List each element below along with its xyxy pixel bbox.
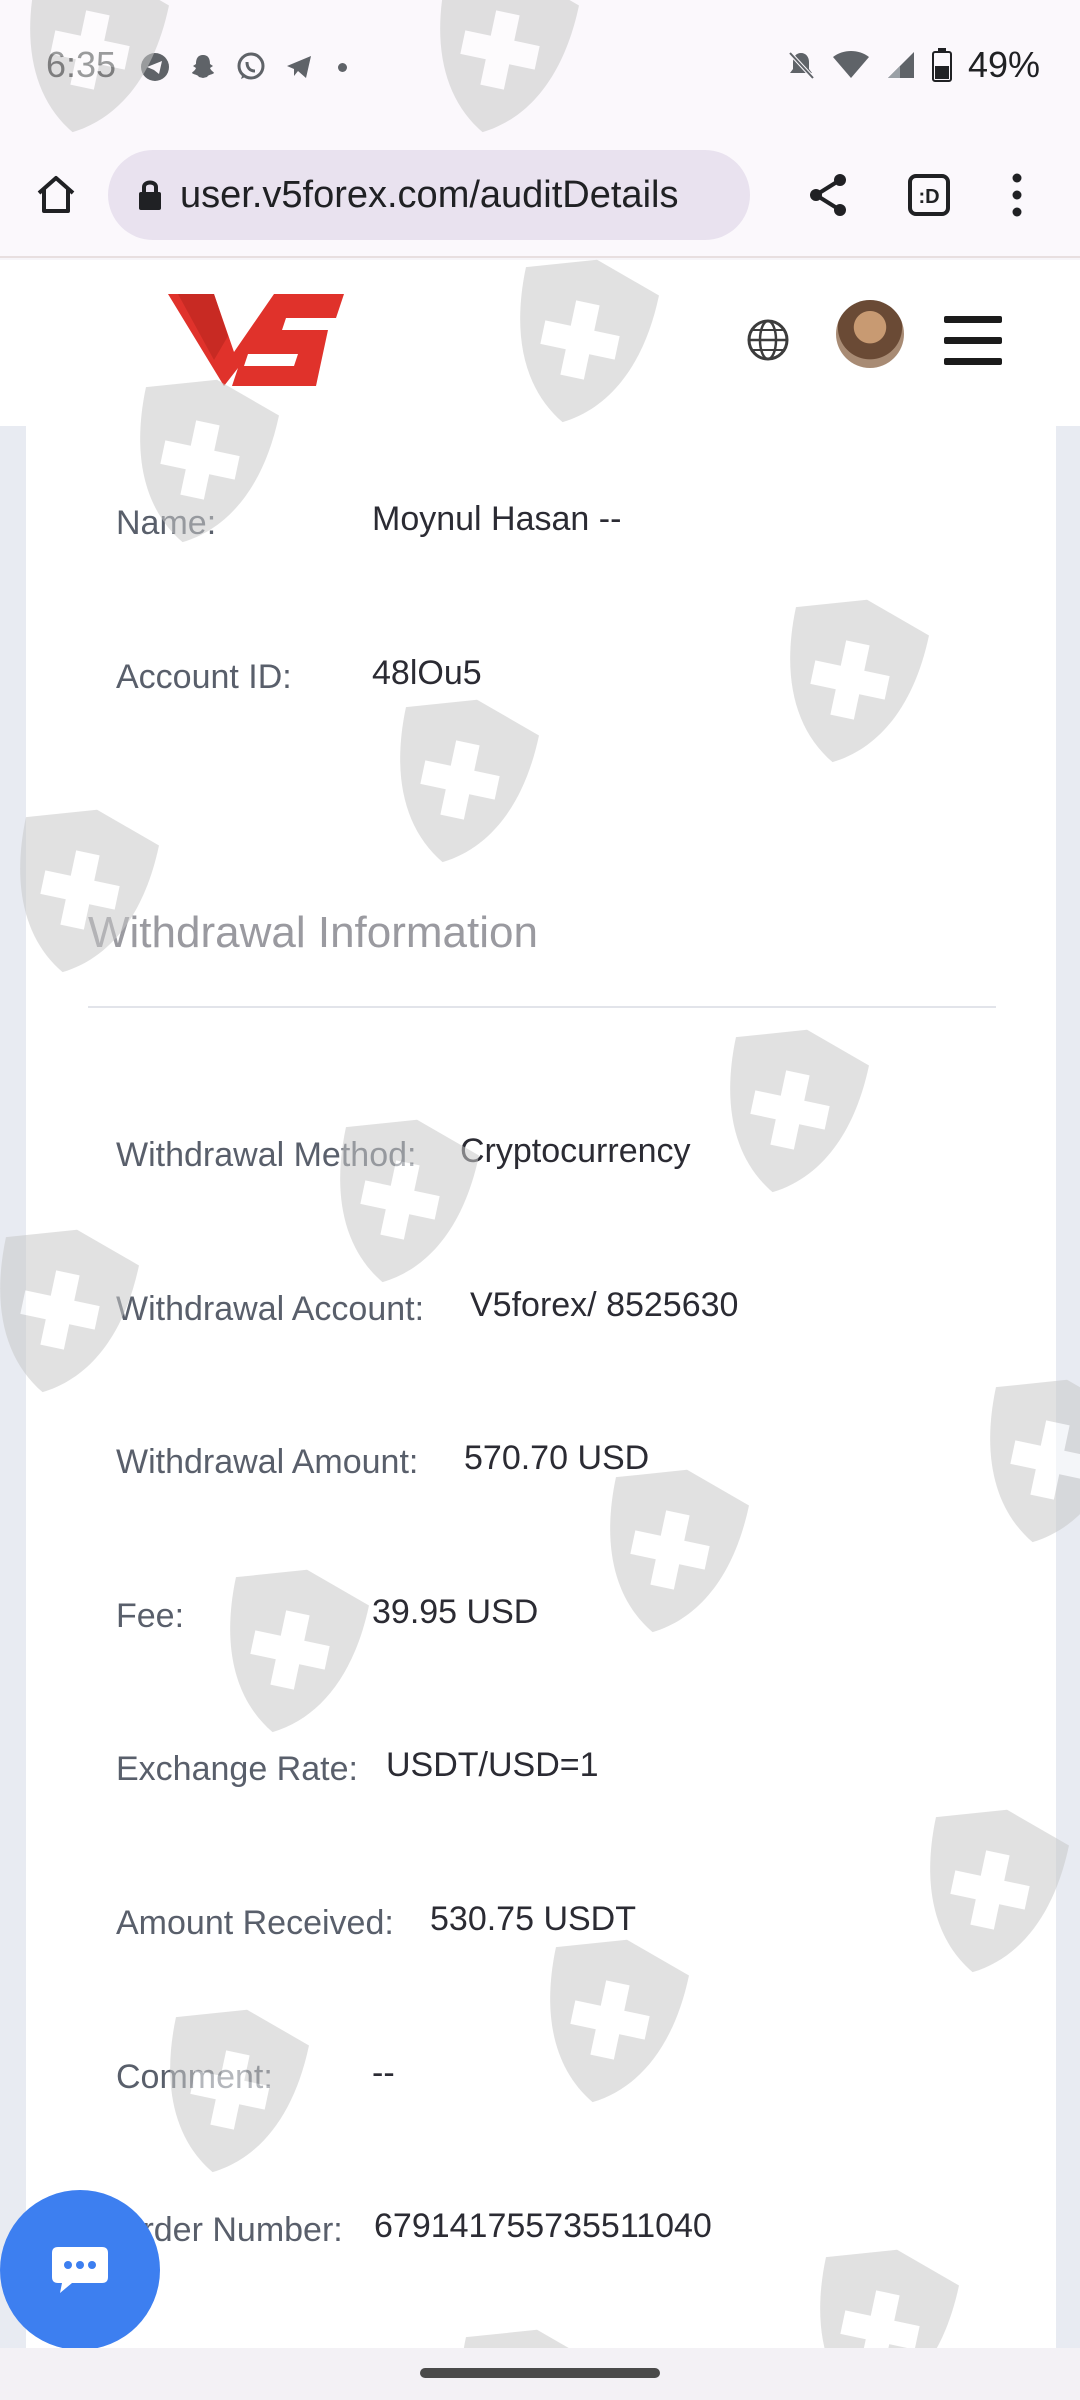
more-vertical-icon	[1012, 173, 1022, 217]
menu-icon	[944, 316, 1002, 323]
wifi-icon	[832, 51, 869, 78]
status-bar: 6:35 49%	[0, 0, 1080, 132]
exchange-rate-row: Exchange Rate: USDT/USD=1	[116, 1746, 599, 1789]
withdrawal-account-label: Withdrawal Account:	[116, 1290, 425, 1328]
comment-row: Comment: --	[116, 2054, 395, 2097]
amount-received-label: Amount Received:	[116, 1904, 394, 1942]
site-header	[0, 260, 1080, 426]
chat-bubble-icon	[52, 2247, 108, 2293]
chat-support-button[interactable]	[0, 2190, 160, 2350]
v5-logo[interactable]	[168, 290, 344, 390]
lock-icon	[139, 180, 161, 210]
withdrawal-method-row: Withdrawal Method: Cryptocurrency	[116, 1132, 691, 1175]
amount-received-value: 530.75 USDT	[430, 1900, 636, 1938]
browser-menu-button[interactable]	[1000, 168, 1034, 222]
withdrawal-account-row: Withdrawal Account: V5forex/ 8525630	[116, 1286, 738, 1329]
url-text: user.v5forex.com/auditDetails	[180, 173, 679, 216]
hamburger-menu-button[interactable]	[944, 316, 1002, 366]
withdrawal-amount-value: 570.70 USD	[464, 1439, 650, 1477]
home-button[interactable]	[28, 166, 84, 222]
withdrawal-account-value: V5forex/ 8525630	[470, 1286, 739, 1324]
system-status: 49%	[786, 44, 1040, 86]
snapchat-icon	[186, 50, 220, 84]
globe-icon	[747, 319, 789, 361]
notification-icons	[138, 50, 347, 84]
exchange-rate-label: Exchange Rate:	[116, 1750, 358, 1788]
telegram-icon	[282, 50, 316, 84]
withdrawal-amount-row: Withdrawal Amount: 570.70 USD	[116, 1439, 649, 1482]
comment-value: --	[372, 2054, 395, 2092]
fee-row: Fee: 39.95 USD	[116, 1593, 538, 1636]
withdrawal-method-label: Withdrawal Method:	[116, 1136, 417, 1174]
comment-label: Comment:	[116, 2058, 273, 2096]
status-time: 6:35	[46, 44, 117, 85]
name-label: Name:	[116, 504, 217, 542]
whatsapp-icon	[234, 50, 268, 84]
battery-icon	[931, 48, 952, 82]
address-bar[interactable]: user.v5forex.com/auditDetails	[108, 150, 750, 240]
account-id-row: Account ID: 48lOu5	[116, 654, 482, 697]
name-row: Name: Moynul Hasan --	[116, 500, 621, 543]
withdrawal-method-value: Cryptocurrency	[460, 1132, 691, 1170]
withdrawal-amount-label: Withdrawal Amount:	[116, 1443, 419, 1481]
share-icon	[810, 174, 846, 216]
tab-switcher-button[interactable]: :D	[902, 168, 956, 222]
system-navigation-bar	[0, 2348, 1080, 2400]
signal-icon	[887, 52, 914, 78]
account-id-value: 48lOu5	[372, 654, 482, 692]
fee-value: 39.95 USD	[372, 1593, 539, 1631]
user-avatar[interactable]	[836, 300, 904, 368]
telegram-icon	[138, 50, 172, 84]
bell-off-icon	[788, 51, 815, 80]
svg-text::D: :D	[918, 186, 939, 208]
more-notifications-dot	[338, 62, 347, 72]
account-id-label: Account ID:	[116, 658, 292, 696]
section-divider	[88, 1006, 996, 1008]
share-button[interactable]	[802, 168, 856, 222]
order-number-value: 679141755735511040	[374, 2207, 712, 2245]
withdrawal-section-title: Withdrawal Information	[88, 908, 538, 957]
name-value: Moynul Hasan --	[372, 500, 622, 538]
amount-received-row: Amount Received: 530.75 USDT	[116, 1900, 636, 1943]
browser-toolbar: user.v5forex.com/auditDetails :D	[0, 132, 1080, 258]
battery-percent: 49%	[967, 44, 1040, 85]
home-icon	[37, 176, 75, 213]
language-button[interactable]	[744, 316, 792, 364]
tab-switcher-icon: :D	[908, 174, 950, 216]
exchange-rate-value: USDT/USD=1	[386, 1746, 599, 1784]
home-gesture-handle[interactable]	[420, 2368, 660, 2378]
fee-label: Fee:	[116, 1597, 185, 1635]
